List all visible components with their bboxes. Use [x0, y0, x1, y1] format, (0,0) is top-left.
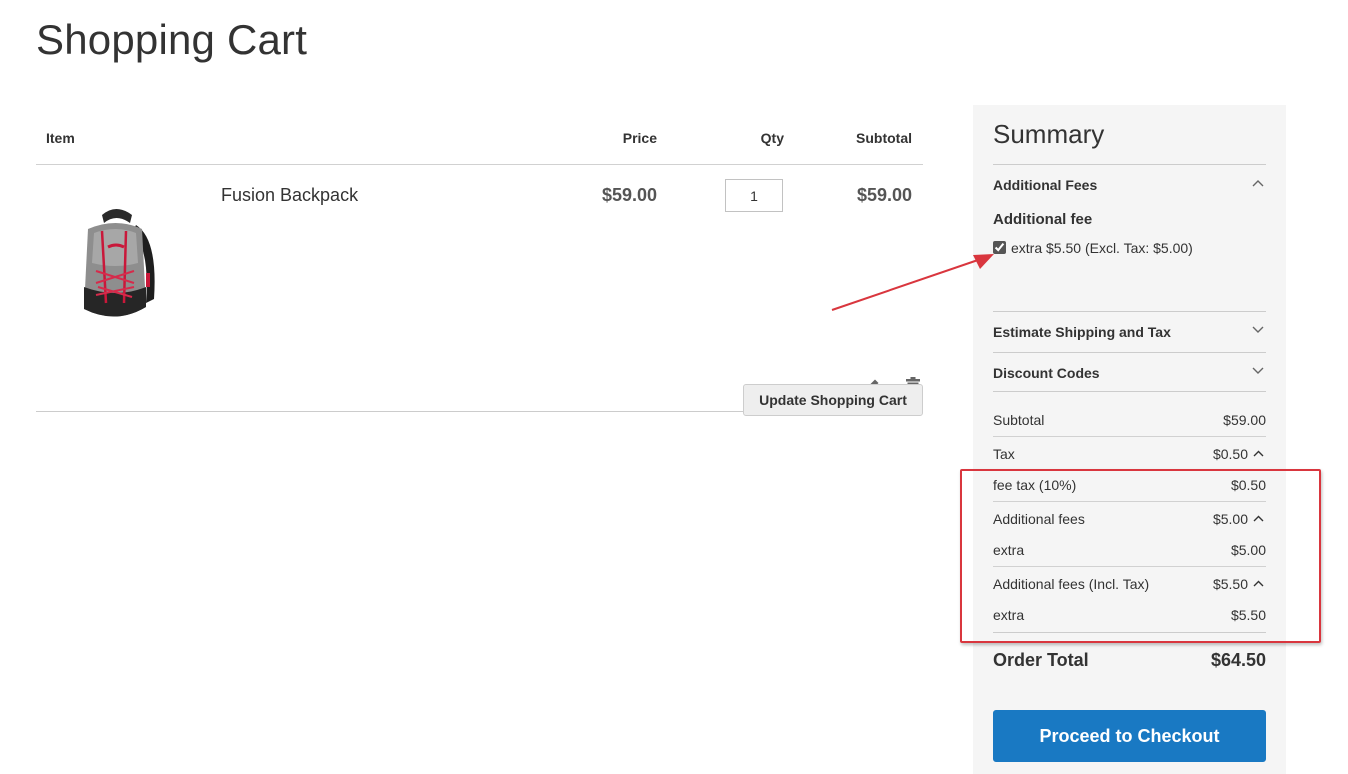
additional-fee-subheading: Additional fee: [993, 211, 1093, 228]
totals-row-subtotal: Subtotal $59.00: [993, 403, 1266, 436]
estimate-shipping-toggle[interactable]: Estimate Shipping and Tax: [993, 311, 1266, 351]
totals-row-tax[interactable]: Tax $0.50: [993, 436, 1266, 469]
totals-value: $0.50: [1212, 446, 1248, 462]
backpack-image[interactable]: [66, 203, 166, 333]
chevron-down-icon: [1252, 367, 1264, 374]
order-total-label: Order Total: [993, 650, 1089, 670]
annotation-arrow: [831, 254, 994, 311]
annotation-highlight-box: [960, 469, 1321, 643]
item-price: $59.00: [601, 185, 657, 205]
column-header-item: Item: [46, 130, 75, 146]
qty-input[interactable]: [725, 179, 783, 212]
column-header-qty: Qty: [760, 130, 784, 146]
item-subtotal: $59.00: [856, 185, 912, 205]
page-title: Shopping Cart: [36, 16, 308, 63]
chevron-down-icon: [1252, 326, 1264, 333]
cart-table-header: Item Price Qty Subtotal: [36, 118, 923, 165]
totals-value: $59.00: [1223, 412, 1266, 428]
cart-item-row: Fusion Backpack $59.00 $59.00: [36, 165, 923, 412]
proceed-to-checkout-button[interactable]: Proceed to Checkout: [993, 710, 1266, 762]
chevron-up-icon[interactable]: [1253, 450, 1264, 457]
update-cart-button[interactable]: Update Shopping Cart: [743, 384, 923, 416]
summary-title: Summary: [993, 119, 1105, 149]
product-name-link[interactable]: Fusion Backpack: [221, 185, 358, 206]
totals-label: Tax: [993, 446, 1015, 462]
order-total-value: $64.50: [1210, 650, 1266, 670]
additional-fees-toggle[interactable]: Additional Fees: [993, 164, 1266, 204]
chevron-up-icon: [1252, 180, 1264, 187]
discount-codes-title: Discount Codes: [993, 365, 1100, 381]
column-header-price: Price: [622, 130, 657, 146]
additional-fee-option-label[interactable]: extra $5.50 (Excl. Tax: $5.00): [1011, 240, 1193, 256]
additional-fees-title: Additional Fees: [993, 177, 1098, 193]
estimate-shipping-title: Estimate Shipping and Tax: [993, 324, 1171, 340]
totals-label: Subtotal: [993, 412, 1045, 428]
column-header-subtotal: Subtotal: [856, 130, 912, 146]
cart-table: Item Price Qty Subtotal Fusion Backpack …: [36, 118, 923, 416]
order-summary-panel: Summary Additional Fees Additional fee e…: [973, 105, 1286, 774]
discount-codes-toggle[interactable]: Discount Codes: [993, 352, 1266, 392]
